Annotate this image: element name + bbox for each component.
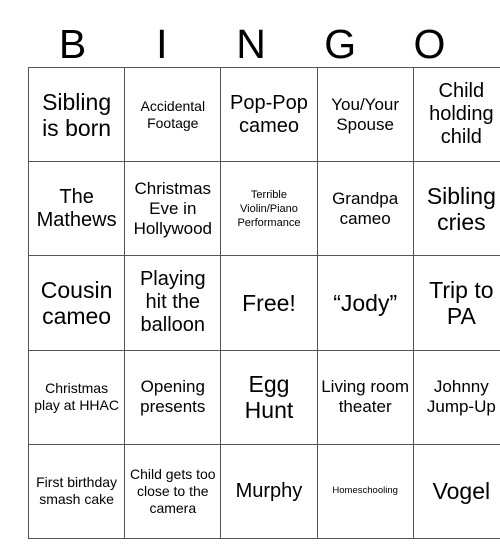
bingo-cell-label: Terrible Violin/Piano Performance: [237, 188, 301, 229]
bingo-cell-label: Sibling is born: [42, 88, 112, 141]
bingo-cell-label: “Jody”: [333, 289, 398, 316]
bingo-cell-label: Accidental Footage: [140, 97, 206, 131]
bingo-cell-n5[interactable]: Murphy: [220, 443, 318, 539]
bingo-cell-label: Johnny Jump-Up: [426, 377, 496, 417]
bingo-cell-label: Opening presents: [140, 377, 206, 417]
bingo-header-row: B I N G O: [28, 22, 474, 67]
bingo-cell-o2[interactable]: Sibling cries: [412, 161, 500, 257]
bingo-cell-i5[interactable]: Child gets too close to the camera: [124, 443, 222, 539]
bingo-cell-i2[interactable]: Christmas Eve in Hollywood: [124, 161, 222, 257]
bingo-cell-label: Child gets too close to the camera: [129, 465, 216, 516]
bingo-cell-label: Vogel: [432, 478, 491, 505]
bingo-cell-b5[interactable]: First birthday smash cake: [27, 443, 126, 539]
bingo-row: The Mathews Christmas Eve in Hollywood T…: [27, 161, 500, 257]
bingo-cell-label: Christmas play at HHAC: [34, 380, 119, 414]
bingo-row: Christmas play at HHAC Opening presents …: [27, 349, 500, 445]
bingo-row: Sibling is born Accidental Footage Pop-P…: [27, 66, 500, 163]
bingo-cell-g2[interactable]: Grandpa cameo: [316, 161, 414, 257]
bingo-cell-label: You/Your Spouse: [331, 94, 400, 134]
bingo-row: First birthday smash cake Child gets too…: [27, 443, 500, 539]
bingo-cell-label: Trip to PA: [429, 276, 494, 329]
bingo-cell-label: Pop-Pop cameo: [230, 91, 308, 137]
bingo-cell-g4[interactable]: Living room theater: [316, 349, 414, 445]
bingo-cell-n2[interactable]: Terrible Violin/Piano Performance: [220, 161, 318, 257]
bingo-cell-b2[interactable]: The Mathews: [27, 161, 126, 257]
bingo-cell-free-space[interactable]: Free!: [220, 255, 318, 351]
header-letter-b: B: [58, 21, 87, 67]
bingo-cell-label: Playing hit the balloon: [139, 268, 206, 337]
header-letter-i: I: [156, 21, 168, 67]
bingo-cell-label: Christmas Eve in Hollywood: [133, 178, 212, 238]
bingo-cell-label: Child holding child: [429, 80, 494, 149]
free-space-label: Free!: [242, 289, 296, 316]
bingo-cell-i3[interactable]: Playing hit the balloon: [124, 255, 222, 351]
bingo-cell-label: Grandpa cameo: [332, 188, 399, 228]
bingo-cell-o3[interactable]: Trip to PA: [412, 255, 500, 351]
bingo-cell-o4[interactable]: Johnny Jump-Up: [412, 349, 500, 445]
bingo-cell-o5[interactable]: Vogel: [412, 443, 500, 539]
bingo-cell-n1[interactable]: Pop-Pop cameo: [220, 66, 318, 163]
bingo-cell-i4[interactable]: Opening presents: [124, 349, 222, 445]
bingo-cell-label: Murphy: [235, 479, 303, 502]
bingo-cell-label: Living room theater: [321, 377, 410, 417]
header-letter-o: O: [413, 21, 446, 67]
bingo-cell-g1[interactable]: You/Your Spouse: [316, 66, 414, 163]
bingo-row: Cousin cameo Playing hit the balloon Fre…: [27, 255, 500, 351]
bingo-cell-label: First birthday smash cake: [36, 474, 118, 508]
bingo-cell-i1[interactable]: Accidental Footage: [124, 66, 222, 163]
bingo-cell-label: Homeschooling: [332, 485, 398, 497]
bingo-cell-b3[interactable]: Cousin cameo: [27, 255, 126, 351]
bingo-cell-b1[interactable]: Sibling is born: [27, 66, 126, 163]
bingo-cell-label: Cousin cameo: [40, 276, 113, 329]
bingo-cell-o1[interactable]: Child holding child: [412, 66, 500, 163]
bingo-cell-b4[interactable]: Christmas play at HHAC: [27, 349, 126, 445]
bingo-card: B I N G O Sibling is born Accidental Foo…: [0, 0, 500, 544]
bingo-cell-label: Sibling cries: [426, 182, 496, 235]
bingo-cell-label: Egg Hunt: [244, 371, 294, 424]
bingo-grid: Sibling is born Accidental Footage Pop-P…: [27, 66, 500, 539]
bingo-cell-n4[interactable]: Egg Hunt: [220, 349, 318, 445]
bingo-cell-g3[interactable]: “Jody”: [316, 255, 414, 351]
bingo-cell-g5[interactable]: Homeschooling: [316, 443, 414, 539]
bingo-cell-label: The Mathews: [36, 185, 117, 231]
header-letter-g: G: [324, 21, 357, 67]
header-letter-n: N: [236, 21, 266, 67]
